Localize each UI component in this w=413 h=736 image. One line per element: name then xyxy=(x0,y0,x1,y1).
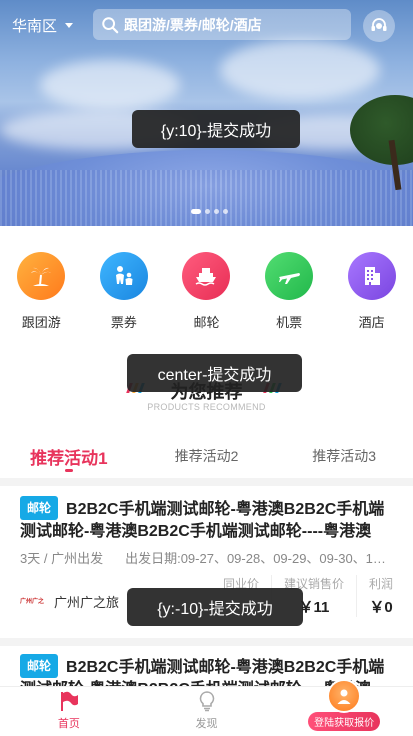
toast-top: {y:10}-提交成功 xyxy=(132,110,300,148)
category-label: 票券 xyxy=(110,315,137,330)
category-ticket[interactable]: 票券 xyxy=(83,252,166,331)
category-cruise[interactable]: 邮轮 xyxy=(165,252,248,331)
headset-icon xyxy=(371,18,387,31)
region-label: 华南区 xyxy=(12,17,58,35)
login-quote-badge: 登陆获取报价 xyxy=(308,712,381,731)
category-label: 跟团游 xyxy=(21,315,61,330)
category-label: 机票 xyxy=(276,315,303,330)
chevron-down-icon xyxy=(65,22,74,28)
ship-icon xyxy=(182,252,231,300)
nav-discover[interactable]: 发现 xyxy=(138,687,276,736)
customer-service-button[interactable] xyxy=(363,10,395,42)
search-bar[interactable]: 跟团游/票券/邮轮/酒店 xyxy=(93,9,351,40)
nav-discover-label: 发现 xyxy=(195,718,218,730)
nav-home-label: 首页 xyxy=(57,718,80,730)
carousel-indicator xyxy=(191,209,228,214)
category-badge: 邮轮 xyxy=(20,496,59,520)
product-meta: 3天 / 广州出发 出发日期:09-27、09-28、09-29、09-30、10… xyxy=(20,548,393,567)
recommend-tabs: 推荐活动1 推荐活动2 推荐活动3 xyxy=(0,440,413,474)
divider xyxy=(0,478,413,486)
divider xyxy=(0,638,413,646)
category-hotel[interactable]: 酒店 xyxy=(330,252,413,331)
category-label: 邮轮 xyxy=(193,315,220,330)
tab-activity-2[interactable]: 推荐活动2 xyxy=(138,440,276,474)
bottom-nav: 首页 发现 登陆获取报价 xyxy=(0,679,413,736)
category-badge: 邮轮 xyxy=(20,654,59,678)
duration-text: 3天 / 广州出发 xyxy=(20,551,104,566)
agency-logo: 广州广之旅 xyxy=(20,598,44,605)
search-placeholder: 跟团游/票券/邮轮/酒店 xyxy=(124,16,262,33)
tab-activity-3[interactable]: 推荐活动3 xyxy=(275,440,413,474)
carousel-dot[interactable] xyxy=(205,209,210,214)
airplane-icon xyxy=(265,252,314,300)
tab-activity-1[interactable]: 推荐活动1 xyxy=(0,440,138,474)
search-icon xyxy=(102,16,119,33)
carousel-dot[interactable] xyxy=(191,209,201,214)
user-avatar-icon xyxy=(327,679,362,713)
product-title-text: B2B2C手机端测试邮轮-粤港澳B2B2C手机端测试邮轮-粤港澳B2B2C手机端… xyxy=(20,501,385,540)
family-icon xyxy=(99,252,148,300)
agency: 广州广之旅 广州广之旅 xyxy=(20,592,119,617)
price-profit: 利润 ￥0 xyxy=(355,575,393,617)
nav-login[interactable]: 登陆获取报价 xyxy=(275,679,413,736)
page: 华南区 跟团游/票券/邮轮/酒店 跟团游 票券 邮轮 机票 酒店 为您推荐 PR… xyxy=(0,0,413,736)
toast-center: center-提交成功 xyxy=(127,354,302,392)
lightbulb-icon xyxy=(199,691,214,712)
category-label: 酒店 xyxy=(358,315,385,330)
product-title: 邮轮B2B2C手机端测试邮轮-粤港澳B2B2C手机端测试邮轮-粤港澳B2B2C手… xyxy=(20,496,393,540)
building-icon xyxy=(347,252,396,300)
carousel-dot[interactable] xyxy=(214,209,219,214)
toast-bottom: {y:-10}-提交成功 xyxy=(127,588,303,626)
carousel-dot[interactable] xyxy=(223,209,228,214)
category-flight[interactable]: 机票 xyxy=(248,252,331,331)
recommend-subtitle: PRODUCTS RECOMMEND xyxy=(147,402,266,412)
category-grid: 跟团游 票券 邮轮 机票 酒店 xyxy=(0,252,413,331)
category-tour[interactable]: 跟团游 xyxy=(0,252,83,331)
agency-name: 广州广之旅 xyxy=(54,595,120,610)
region-selector[interactable]: 华南区 xyxy=(12,15,92,36)
departure-dates: 出发日期:09-27、09-28、09-29、09-30、10-01 xyxy=(125,551,393,566)
flag-icon xyxy=(60,691,78,711)
nav-home[interactable]: 首页 xyxy=(0,687,138,736)
palm-tree-icon xyxy=(17,252,66,300)
